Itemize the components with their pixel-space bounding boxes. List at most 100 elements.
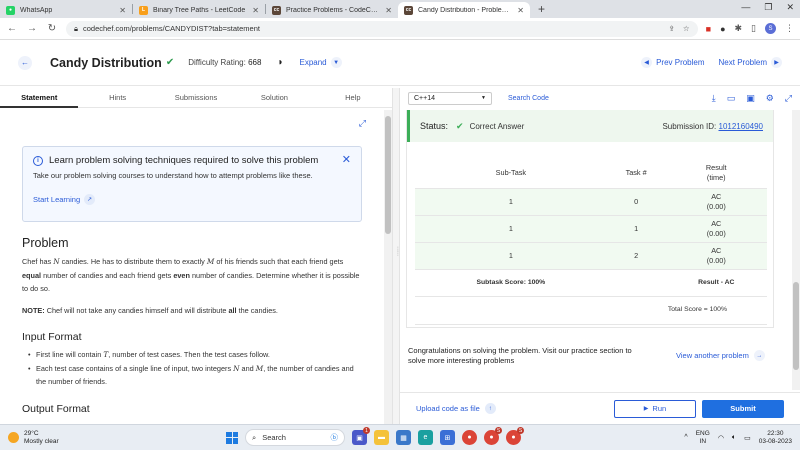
browser-toolbar-icons: ■ ● ✱ ▯ S ⋮ bbox=[706, 23, 794, 34]
url-input[interactable]: 🔒︎ codechef.com/problems/CANDYDIST?tab=s… bbox=[66, 20, 698, 37]
save-icon[interactable]: ▣ bbox=[746, 93, 755, 104]
result-cell: AC (0.00) bbox=[665, 242, 767, 270]
restore-icon[interactable]: ❐ bbox=[764, 2, 772, 13]
tab-solution[interactable]: Solution bbox=[235, 88, 313, 108]
expand-button[interactable]: Expand ▼ bbox=[300, 57, 342, 68]
search-code-link[interactable]: Search Code bbox=[508, 95, 549, 102]
difficulty-value: 668 bbox=[248, 58, 262, 67]
browser-tab-whatsapp[interactable]: ● WhatsApp ✕ bbox=[0, 2, 132, 18]
taskbar-apps: ⌕ Search ⓑ ▣ 1 ▬ ▦ e ⊞ ● ● S ● S bbox=[226, 427, 524, 446]
subtask-cell: 1 bbox=[415, 242, 607, 270]
next-problem-label: Next Problem bbox=[718, 58, 767, 67]
arrow-right-icon: → bbox=[753, 350, 765, 361]
subtask-cell: 1 bbox=[415, 188, 607, 216]
system-tray: ^ ENG IN ◠ 🔈︎ ▭ 22:30 03-08-2023 bbox=[684, 430, 792, 445]
close-icon[interactable]: ✕ bbox=[119, 6, 126, 15]
download-icon[interactable]: ⤓ bbox=[712, 93, 716, 104]
pane-resize-handle[interactable]: ⋮ ⋮ bbox=[392, 88, 401, 424]
learn-banner: i Learn problem solving techniques requi… bbox=[22, 146, 362, 222]
tab-statement[interactable]: Statement bbox=[0, 88, 79, 108]
forward-arrow-icon[interactable]: → bbox=[26, 23, 38, 34]
view-another-label: View another problem bbox=[676, 351, 749, 360]
leetcode-icon: L bbox=[139, 5, 148, 15]
sidebar-icon[interactable]: ▯ bbox=[751, 23, 756, 34]
volume-icon[interactable]: 🔈︎ bbox=[732, 434, 736, 442]
settings-gear-icon[interactable]: ⚙ bbox=[766, 93, 774, 104]
solved-check-icon: ✔ bbox=[165, 57, 175, 68]
upload-code-button[interactable]: Upload code as file ↑ bbox=[416, 403, 496, 414]
language-select[interactable]: C++14 ▼ bbox=[408, 91, 492, 105]
submission-id-link[interactable]: 1012160490 bbox=[719, 122, 764, 131]
photos-app-icon[interactable]: ▦ bbox=[396, 430, 411, 445]
file-explorer-icon[interactable]: ▬ bbox=[374, 430, 389, 445]
input-format-list: First line will contain T, number of tes… bbox=[22, 348, 362, 389]
chrome-icon[interactable]: ● bbox=[462, 430, 477, 445]
weather-widget[interactable]: 29°C Mostly clear bbox=[8, 430, 59, 445]
chrome-profile2-icon[interactable]: ● S bbox=[506, 427, 524, 445]
next-problem-button[interactable]: Next Problem ▶ bbox=[719, 57, 782, 68]
view-another-problem-link[interactable]: View another problem → bbox=[676, 350, 765, 361]
browser-tab-candy[interactable]: cc Candy Distribution - Problems - ✕ bbox=[398, 2, 530, 18]
input-language[interactable]: ENG IN bbox=[696, 430, 710, 445]
chrome-profile-icon[interactable]: ● S bbox=[484, 427, 502, 445]
prev-problem-button[interactable]: ◀ Prev Problem bbox=[641, 57, 705, 68]
whatsapp-icon: ● bbox=[6, 5, 15, 15]
page-title: Candy Distribution bbox=[50, 55, 162, 70]
close-icon[interactable]: ✕ bbox=[385, 6, 392, 15]
results-scrollbar[interactable] bbox=[792, 110, 800, 390]
browser-tab-bar: ● WhatsApp ✕ L Binary Tree Paths - LeetC… bbox=[0, 0, 800, 18]
close-window-icon[interactable]: ✕ bbox=[786, 2, 794, 13]
back-arrow-icon[interactable]: ← bbox=[18, 55, 32, 70]
new-tab-button[interactable]: + bbox=[538, 2, 545, 16]
browser-tab-leetcode[interactable]: L Binary Tree Paths - LeetCode ✕ bbox=[133, 2, 265, 18]
browser-tab-practice[interactable]: cc Practice Problems - CodeChef ✕ bbox=[266, 2, 398, 18]
battery-icon[interactable]: ▭ bbox=[744, 434, 751, 442]
submit-button[interactable]: Submit bbox=[702, 399, 784, 418]
extension-red-icon[interactable]: ■ bbox=[706, 24, 711, 34]
task-cell: 2 bbox=[606, 242, 666, 270]
editor-toolbar: C++14 ▼ Search Code ⤓ ▭ ▣ ⚙ ⤢ bbox=[400, 88, 800, 108]
problem-header: ← Candy Distribution ✔ Difficulty Rating… bbox=[0, 40, 800, 86]
results-card: Status: ✔ Correct Answer Submission ID: … bbox=[406, 110, 774, 328]
meet-app-icon[interactable]: ▣ 1 bbox=[352, 427, 370, 445]
puzzle-icon[interactable]: ✱ bbox=[735, 23, 743, 34]
difficulty-rating: Difficulty Rating: 668 bbox=[188, 58, 261, 67]
dark-mode-toggle-icon[interactable]: ◗ bbox=[277, 57, 283, 68]
extension-dark-icon[interactable]: ● bbox=[720, 24, 725, 34]
statement-scrollbar[interactable] bbox=[384, 110, 392, 424]
clock[interactable]: 22:30 03-08-2023 bbox=[759, 430, 792, 445]
tab-help[interactable]: Help bbox=[314, 88, 392, 108]
menu-dots-icon[interactable]: ⋮ bbox=[785, 23, 794, 34]
chat-icon[interactable]: ▭ bbox=[727, 93, 736, 104]
bookmark-star-icon[interactable]: ☆ bbox=[683, 24, 690, 33]
scrollbar-thumb[interactable] bbox=[385, 116, 391, 234]
fullscreen-icon[interactable]: ⤢ bbox=[785, 93, 792, 104]
weather-desc: Mostly clear bbox=[24, 437, 59, 445]
fullscreen-expand-icon[interactable]: ⤢ bbox=[359, 118, 366, 129]
edge-browser-icon[interactable]: e bbox=[418, 430, 433, 445]
share-icon[interactable]: ⇪ bbox=[669, 24, 675, 33]
wifi-icon[interactable]: ◠ bbox=[718, 434, 724, 442]
close-icon[interactable]: ✕ bbox=[342, 153, 351, 166]
profile-avatar[interactable]: S bbox=[765, 23, 776, 34]
close-icon[interactable]: ✕ bbox=[252, 6, 259, 15]
reload-icon[interactable]: ↻ bbox=[46, 23, 58, 34]
scrollbar-thumb[interactable] bbox=[793, 282, 799, 370]
store-app-icon[interactable]: ⊞ bbox=[440, 430, 455, 445]
windows-start-icon[interactable] bbox=[226, 431, 238, 444]
minimize-icon[interactable]: — bbox=[741, 2, 750, 13]
results-pane: Status: ✔ Correct Answer Submission ID: … bbox=[400, 110, 792, 390]
tab-title: WhatsApp bbox=[20, 6, 53, 14]
chevron-up-icon[interactable]: ^ bbox=[684, 434, 687, 441]
run-button[interactable]: ▶ Run bbox=[614, 399, 696, 418]
tab-hints[interactable]: Hints bbox=[78, 88, 156, 108]
learn-description: Take our problem solving courses to unde… bbox=[33, 171, 313, 180]
play-icon: ▶ bbox=[643, 406, 649, 412]
start-learning-link[interactable]: Start Learning ↗ bbox=[33, 194, 351, 205]
taskbar: 29°C Mostly clear ⌕ Search ⓑ ▣ 1 ▬ ▦ e ⊞ ●… bbox=[0, 424, 800, 450]
tab-submissions[interactable]: Submissions bbox=[157, 88, 235, 108]
run-label: Run bbox=[652, 404, 667, 413]
back-arrow-icon[interactable]: ← bbox=[6, 23, 18, 34]
taskbar-search[interactable]: ⌕ Search ⓑ bbox=[245, 429, 345, 446]
close-icon[interactable]: ✕ bbox=[517, 6, 524, 15]
